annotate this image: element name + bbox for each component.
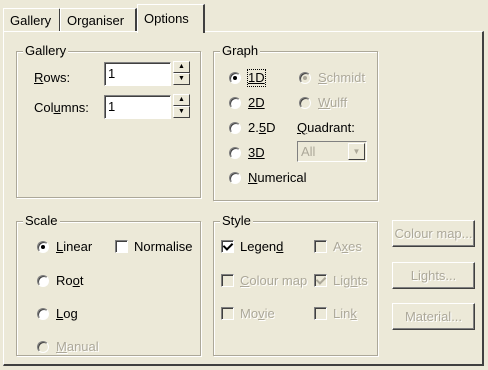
radio-linear-label: Linear: [56, 239, 93, 254]
lights-button[interactable]: Lights...: [392, 262, 475, 289]
radio-wulff[interactable]: [299, 97, 311, 109]
colour-map-checkbox[interactable]: [221, 274, 234, 287]
colour-map-label: Colour map: [240, 273, 308, 288]
normalise-label: Normalise: [134, 239, 193, 254]
columns-label: Columns:: [34, 100, 89, 115]
rows-up-icon[interactable]: ▲: [173, 61, 190, 73]
rows-down-icon[interactable]: ▼: [173, 73, 190, 85]
link-label: Link: [333, 306, 357, 321]
radio-manual-label: Manual: [56, 339, 99, 354]
graph-group-title: Graph: [220, 43, 261, 59]
radio-2-5d-label: 2.5D: [248, 120, 276, 135]
radio-schmidt[interactable]: [299, 72, 311, 84]
rows-field[interactable]: 1: [104, 62, 171, 86]
rows-stepper[interactable]: ▲ ▼: [173, 61, 190, 85]
radio-2-5d[interactable]: [229, 122, 241, 134]
radio-linear[interactable]: [37, 241, 49, 253]
scale-group-title: Scale: [23, 213, 60, 229]
radio-3d[interactable]: [229, 147, 241, 159]
columns-down-icon[interactable]: ▼: [173, 106, 190, 118]
radio-2d[interactable]: [229, 97, 241, 109]
radio-wulff-label: Wulff: [318, 95, 348, 110]
radio-root[interactable]: [37, 275, 49, 287]
columns-field[interactable]: 1: [104, 95, 171, 119]
movie-checkbox[interactable]: [221, 307, 234, 320]
quadrant-select[interactable]: All ▼: [297, 141, 367, 162]
legend-label: Legend: [240, 239, 284, 254]
radio-numerical-label: Numerical: [248, 170, 307, 185]
rows-label: Rows:: [34, 70, 71, 85]
axes-checkbox[interactable]: [314, 240, 327, 253]
normalise-checkbox[interactable]: [115, 240, 128, 253]
radio-1d-label[interactable]: 1D: [247, 69, 266, 87]
movie-label: Movie: [240, 306, 275, 321]
radio-3d-label: 3D: [248, 145, 265, 160]
link-checkbox[interactable]: [314, 307, 327, 320]
columns-stepper[interactable]: ▲ ▼: [173, 94, 190, 118]
radio-schmidt-label: Schmidt: [318, 70, 365, 85]
tab-options[interactable]: Options: [137, 4, 205, 33]
colour-map-button[interactable]: Colour map...: [392, 220, 475, 247]
tab-organiser[interactable]: Organiser: [60, 8, 137, 32]
quadrant-label: Quadrant:: [297, 120, 355, 135]
columns-up-icon[interactable]: ▲: [173, 94, 190, 106]
axes-label: Axes: [333, 239, 362, 254]
radio-log[interactable]: [37, 308, 49, 320]
chevron-down-icon[interactable]: ▼: [348, 143, 365, 160]
lights-label: Lights: [333, 273, 368, 288]
material-button[interactable]: Material...: [392, 303, 475, 330]
radio-log-label: Log: [56, 306, 78, 321]
radio-manual[interactable]: [37, 341, 49, 353]
style-group-title: Style: [220, 213, 253, 229]
legend-checkbox[interactable]: [221, 240, 234, 253]
radio-numerical[interactable]: [229, 172, 241, 184]
gallery-group-title: Gallery: [23, 43, 69, 59]
radio-2d-label: 2D: [248, 95, 265, 110]
radio-root-label: Root: [56, 273, 84, 288]
tab-gallery[interactable]: Gallery: [3, 8, 61, 32]
radio-1d[interactable]: [229, 72, 241, 84]
lights-checkbox[interactable]: [314, 274, 327, 287]
